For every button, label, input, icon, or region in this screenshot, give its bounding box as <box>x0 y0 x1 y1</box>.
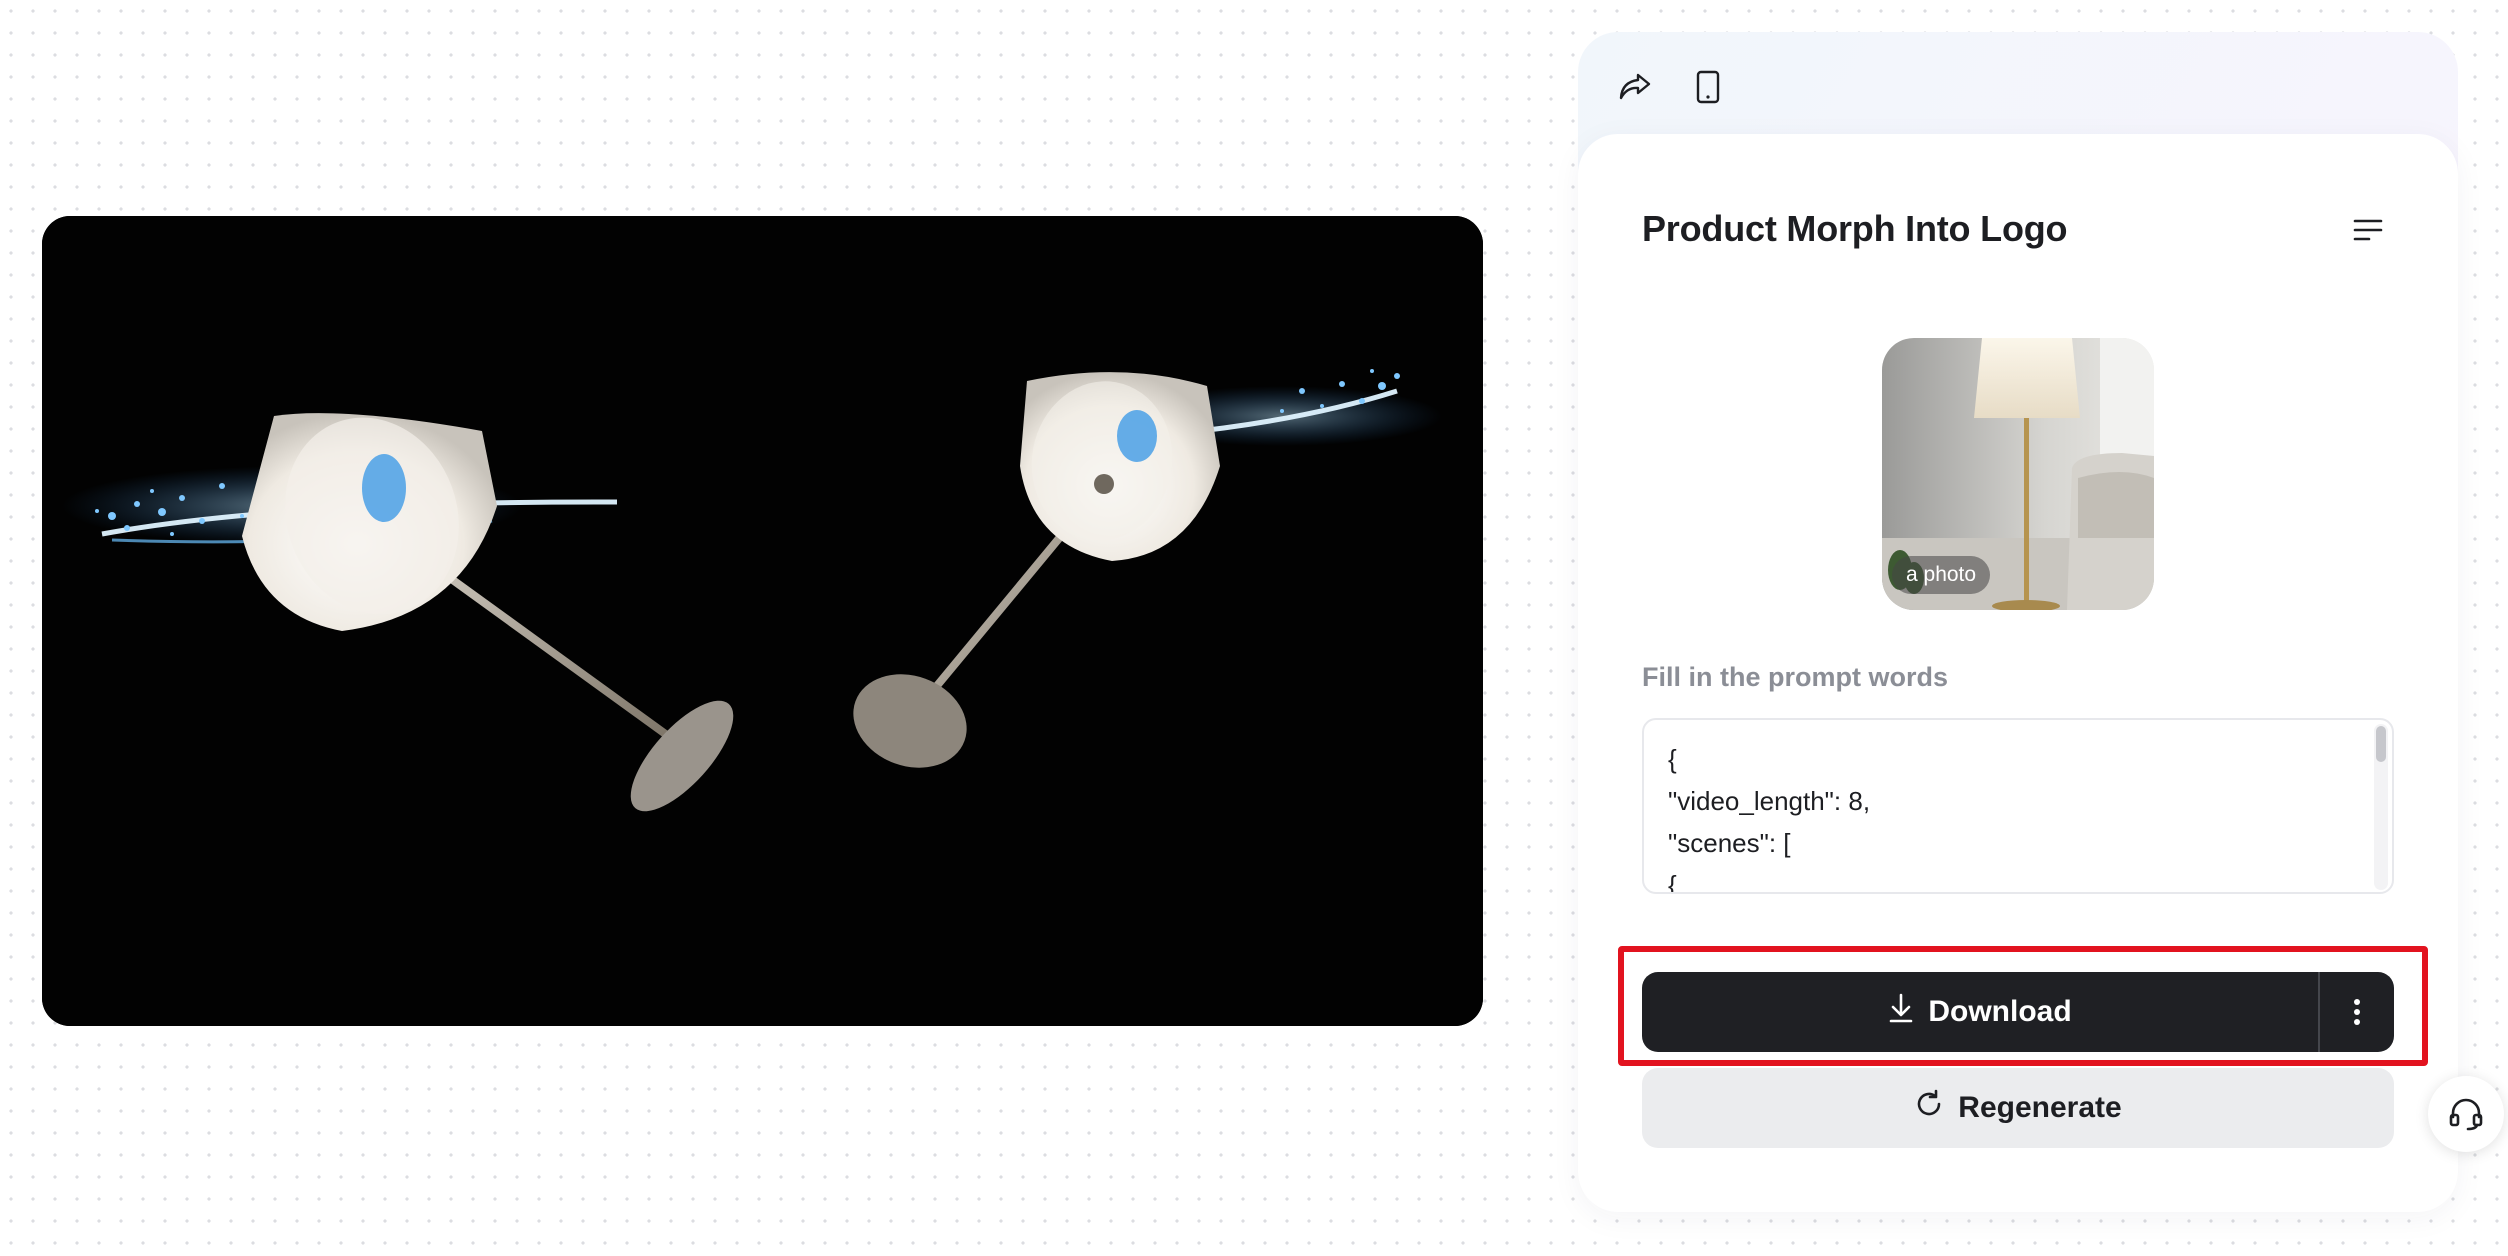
download-icon <box>1888 992 1914 1032</box>
prompt-textarea[interactable]: { "video_length": 8, "scenes": [ { <box>1642 718 2394 894</box>
download-button[interactable]: Download <box>1642 972 2318 1052</box>
download-label: Download <box>1928 995 2072 1028</box>
menu-icon[interactable] <box>2348 210 2388 250</box>
refresh-icon <box>1914 1089 1944 1127</box>
prompt-label: Fill in the prompt words <box>1642 662 1948 692</box>
download-button-group[interactable]: Download <box>1642 972 2394 1052</box>
video-frame-image <box>42 216 1483 1026</box>
reference-image-thumbnail[interactable]: a photo <box>1882 338 2154 610</box>
panel-card: Product Morph Into Logo a photo Fill in … <box>1578 134 2458 1212</box>
share-icon[interactable] <box>1610 62 1660 112</box>
regenerate-label: Regenerate <box>1958 1091 2122 1124</box>
panel-toolbar <box>1578 32 2458 132</box>
video-preview[interactable] <box>42 216 1483 1026</box>
regenerate-button[interactable]: Regenerate <box>1642 1068 2394 1148</box>
page-title: Product Morph Into Logo <box>1642 208 2068 249</box>
reference-image-badge: a photo <box>1892 556 1991 594</box>
generation-panel: Product Morph Into Logo a photo Fill in … <box>1578 32 2458 1212</box>
prompt-text[interactable]: { "video_length": 8, "scenes": [ { <box>1644 720 2392 892</box>
headset-icon[interactable] <box>2428 1076 2504 1152</box>
prompt-scrollbar[interactable] <box>2374 724 2388 890</box>
more-vertical-icon[interactable] <box>2320 972 2394 1052</box>
mobile-device-icon[interactable] <box>1683 62 1733 112</box>
prompt-scrollbar-thumb[interactable] <box>2376 726 2386 762</box>
